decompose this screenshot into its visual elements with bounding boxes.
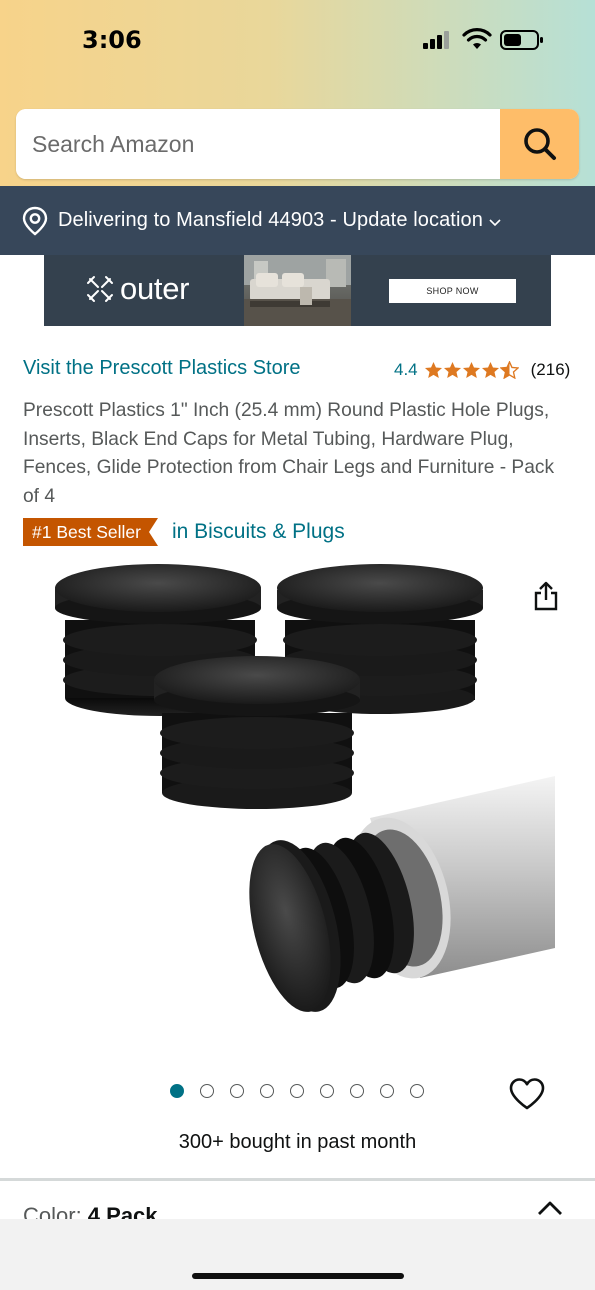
- cellular-signal-icon: [423, 31, 449, 49]
- wifi-icon: [462, 28, 492, 49]
- ad-shop-now-button[interactable]: SHOP NOW: [389, 279, 516, 303]
- add-to-list-button[interactable]: [508, 1077, 546, 1111]
- header: 3:06: [0, 0, 595, 186]
- rating-value: 4.4: [394, 360, 418, 379]
- best-seller-badge[interactable]: #1 Best Seller in Biscuits & Plugs: [23, 518, 345, 546]
- product-title: Prescott Plastics 1" Inch (25.4 mm) Roun…: [23, 400, 555, 507]
- share-button[interactable]: [528, 578, 564, 614]
- share-icon: [534, 581, 558, 611]
- carousel-dot[interactable]: [410, 1084, 424, 1098]
- bought-count: 300+ bought in past month: [178, 1131, 417, 1153]
- carousel-dot[interactable]: [380, 1084, 394, 1098]
- image-carousel-indicator[interactable]: [170, 1083, 440, 1099]
- search-icon: [523, 128, 556, 160]
- status-bar: 3:06: [0, 0, 595, 100]
- search-bar: [16, 109, 579, 179]
- bottom-sheet: [0, 1219, 595, 1290]
- home-indicator[interactable]: [192, 1273, 404, 1279]
- product-page: 3:06 Search Amazon Delivering to Mansfie…: [0, 0, 595, 1290]
- rating-count: (216): [530, 360, 571, 379]
- product-image[interactable]: [40, 558, 560, 1058]
- carousel-dot[interactable]: [200, 1084, 214, 1098]
- badge-notch: [148, 518, 158, 546]
- delivery-text: Delivering to Mansfield 44903 - Update l…: [58, 209, 483, 231]
- search-input[interactable]: [16, 109, 500, 179]
- ad-brand-name: outer: [120, 271, 190, 306]
- sponsored-ad-banner[interactable]: outer SHOP NOW: [44, 255, 551, 326]
- carousel-dot[interactable]: [320, 1084, 334, 1098]
- best-seller-category-link[interactable]: in Biscuits & Plugs: [172, 520, 345, 544]
- carousel-dot[interactable]: [260, 1084, 274, 1098]
- store-link[interactable]: Visit the Prescott Plastics Store: [23, 357, 301, 380]
- carousel-dot[interactable]: [350, 1084, 364, 1098]
- half-star-icon: [499, 361, 519, 379]
- best-seller-label: #1 Best Seller: [23, 518, 149, 546]
- star-icon: [462, 361, 480, 379]
- delivery-location-bar[interactable]: Delivering to Mansfield 44903 - Update l…: [0, 186, 595, 255]
- star-icon: [443, 361, 461, 379]
- chevron-up-icon[interactable]: [536, 1199, 564, 1217]
- search-button[interactable]: [500, 109, 579, 179]
- brand-mark-icon: [87, 276, 113, 302]
- carousel-dot[interactable]: [290, 1084, 304, 1098]
- ad-brand-logo: outer: [86, 269, 189, 309]
- carousel-dot[interactable]: [230, 1084, 244, 1098]
- plug-cap: [154, 656, 360, 809]
- rating-summary[interactable]: 4.4 (216): [394, 360, 570, 380]
- chevron-down-icon: [489, 218, 501, 226]
- ad-product-image: [244, 255, 351, 326]
- status-time: 3:06: [82, 26, 142, 54]
- battery-icon: [500, 30, 543, 50]
- color-selector[interactable]: Color: 4 Pack: [0, 1181, 595, 1221]
- star-icon: [481, 361, 499, 379]
- star-rating: [424, 361, 519, 379]
- carousel-dot[interactable]: [170, 1084, 184, 1098]
- heart-icon: [509, 1078, 545, 1110]
- location-pin-icon: [22, 206, 48, 236]
- star-icon: [424, 361, 442, 379]
